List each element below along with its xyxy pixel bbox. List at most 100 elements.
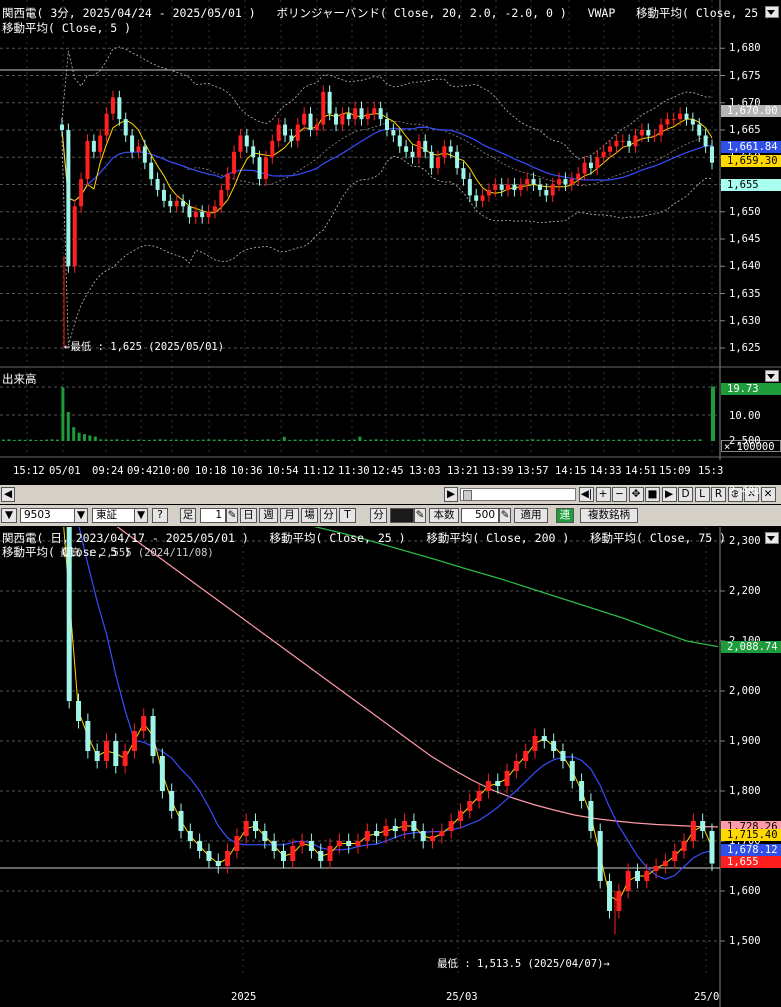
volume-bar (455, 439, 459, 441)
candle-body (678, 113, 683, 120)
volume-bar (245, 439, 248, 441)
volume-bar (315, 439, 319, 441)
volume-bar (66, 412, 70, 441)
candle-body (625, 871, 631, 891)
candle-body (588, 162, 593, 169)
zoom-slider-track[interactable] (460, 488, 576, 501)
session-button[interactable]: 場 (301, 508, 318, 523)
volume-bar (574, 439, 578, 441)
volume-bar (50, 439, 54, 441)
candle-body (551, 741, 557, 751)
top-low-annotation: ←最低 : 1,625 (2025/05/01) (64, 341, 225, 353)
volume-bar (250, 439, 254, 441)
chart-tool-button[interactable]: − (612, 487, 627, 502)
volume-bar (536, 439, 540, 441)
candle-body (244, 135, 249, 147)
symbol-dropdown-icon[interactable]: ▼ (74, 508, 88, 523)
minute-button[interactable]: 分 (320, 508, 337, 523)
candle-body (588, 801, 594, 831)
volume-menu-button[interactable] (765, 370, 779, 382)
time-tick-label: 13:57 (517, 465, 549, 477)
candle-body (321, 91, 326, 125)
candle-body (66, 130, 71, 267)
candle-body (334, 113, 339, 125)
candle-body (85, 140, 90, 180)
candle-body (136, 146, 141, 152)
volume-bar (29, 439, 32, 441)
candle-body (178, 811, 184, 831)
daily-button[interactable]: 日 (240, 508, 257, 523)
chart-scrollbar[interactable]: ◀ ▶ ◀| + − ✥ ■ ▶ D L R ⊕ ✕ ✕ (0, 485, 781, 504)
apply-button[interactable]: 適用 (514, 508, 548, 523)
volume-bar (7, 439, 11, 441)
candle-body (633, 135, 638, 147)
chart-tool-button[interactable]: ✥ (628, 487, 644, 502)
market-dropdown-icon[interactable]: ▼ (134, 508, 148, 523)
candle-body (346, 841, 352, 846)
weekly-button[interactable]: 週 (259, 508, 278, 523)
candle-body (512, 184, 517, 190)
chart-tool-button[interactable]: ◀| (579, 487, 594, 502)
scroll-right-button[interactable]: ▶ (444, 487, 458, 502)
volume-bar (363, 439, 367, 441)
candle-body (461, 168, 466, 180)
volume-bar (585, 439, 589, 441)
candle-body (378, 108, 383, 120)
candle-body (404, 146, 409, 152)
chevron-down-icon (767, 536, 775, 541)
candle-body (271, 841, 277, 851)
chart-tool-button[interactable]: + (595, 487, 611, 502)
volume-bar (493, 439, 497, 441)
volume-bar (326, 439, 329, 441)
candle-body (439, 831, 445, 836)
time-tick-label: 25/03 (446, 991, 478, 1003)
zoom-slider-handle[interactable] (463, 490, 472, 501)
volume-bar (142, 439, 146, 441)
chart-tool-button[interactable]: ■ (645, 487, 660, 502)
toolbar-dropdown-icon[interactable]: ▼ (1, 508, 17, 523)
candle-body (703, 135, 708, 147)
volume-bar (266, 439, 270, 441)
chart-tool-button[interactable]: ✕ (760, 487, 776, 502)
period-count-input[interactable]: 1 (200, 508, 226, 523)
chart-tool-button[interactable]: L (694, 487, 710, 502)
volume-bar (153, 439, 157, 441)
volume-bar (569, 439, 572, 441)
candle-body (544, 189, 549, 196)
minute-value-field[interactable] (390, 508, 414, 523)
volume-bar (439, 439, 443, 441)
monthly-button[interactable]: 月 (280, 508, 299, 523)
candle-body (110, 97, 115, 114)
candle-body (582, 162, 587, 174)
volume-bar (261, 439, 265, 441)
chart-tool-button[interactable]: ▶ (661, 487, 677, 502)
volume-bar (223, 439, 227, 441)
volume-bar (396, 439, 400, 441)
volume-bar (131, 439, 135, 441)
candle-body (467, 179, 472, 196)
candle-body (353, 108, 358, 120)
tick-button[interactable]: T (339, 508, 356, 523)
volume-bar (606, 439, 610, 441)
pencil-icon[interactable]: ✎ (414, 508, 426, 523)
top-chart-menu-button[interactable] (765, 6, 779, 18)
candle-body (365, 113, 370, 120)
candle-body (607, 881, 613, 911)
volume-bar (18, 439, 22, 441)
price-tag: 1,661.84 (721, 141, 781, 154)
help-button[interactable]: ? (152, 508, 168, 523)
volume-bar (687, 439, 691, 441)
pencil-icon[interactable]: ✎ (499, 508, 511, 523)
link-button[interactable]: 連 (556, 508, 574, 523)
chart-tool-button[interactable]: D (678, 487, 693, 502)
bottom-chart-menu-button[interactable] (765, 532, 779, 544)
volume-bar (407, 439, 410, 441)
bars-count-input[interactable]: 500 (461, 508, 499, 523)
candle-body (646, 130, 651, 136)
chart-tool-button[interactable]: R (711, 487, 726, 502)
scroll-left-button[interactable]: ◀ (1, 487, 15, 502)
multi-symbol-button[interactable]: 複数銘柄 (580, 508, 638, 523)
chevron-down-icon (767, 374, 775, 379)
volume-bar (77, 432, 81, 441)
pencil-icon[interactable]: ✎ (226, 508, 238, 523)
